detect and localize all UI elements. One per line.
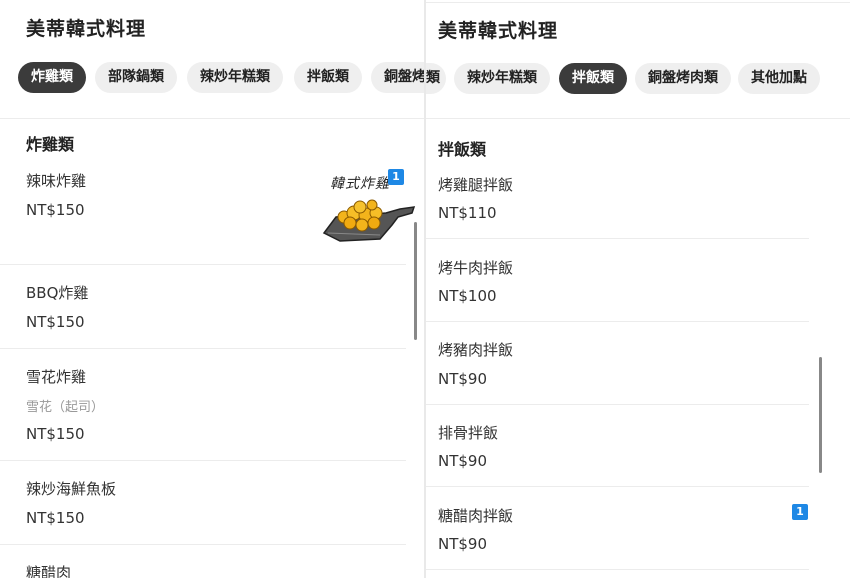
tab-army-stew[interactable]: 部隊鍋類 [95,62,177,93]
tab-army-stew[interactable]: 類 [426,63,446,94]
tab-extras[interactable]: 其他加點 [738,63,820,94]
scrollbar[interactable] [819,357,822,473]
item-name[interactable]: 辣炒海鮮魚板 [26,478,116,499]
item-divider [0,460,406,461]
item-description: 雪花（起司） [26,400,105,415]
scrollbar[interactable] [414,222,417,340]
store-title: 美蒂韓式料理 [26,18,147,40]
tabs-divider [426,118,850,119]
item-image-caption: 韓式炸雞 [330,176,390,192]
item-name[interactable]: 糖醋肉拌飯 [438,505,513,526]
item-price: NT$150 [26,509,85,527]
item-price: NT$90 [438,452,488,470]
item-divider [426,238,809,239]
item-price: NT$90 [438,535,488,553]
category-tabs: 炸雞類 部隊鍋類 辣炒年糕類 拌飯類 銅盤烤 [0,62,424,94]
left-menu-panel: 美蒂韓式料理 炸雞類 部隊鍋類 辣炒年糕類 拌飯類 銅盤烤 炸雞類 辣味炸雞 N… [0,0,424,578]
category-tabs: 類 辣炒年糕類 拌飯類 銅盤烤肉類 其他加點 [426,63,850,95]
item-divider [426,569,809,570]
item-price: NT$150 [26,313,85,331]
item-price: NT$150 [26,201,85,219]
tab-tteokbokki[interactable]: 辣炒年糕類 [187,62,283,93]
item-divider [426,404,809,405]
section-title: 拌飯類 [438,140,487,159]
cart-count-badge: 1 [388,169,404,185]
item-divider [426,486,809,487]
item-divider [0,264,406,265]
cart-count-badge: 1 [792,504,808,520]
item-name[interactable]: 烤豬肉拌飯 [438,339,513,360]
store-title: 美蒂韓式料理 [438,20,559,42]
tabs-divider [0,118,424,119]
tab-bibimbap[interactable]: 拌飯類 [294,62,362,93]
item-price: NT$110 [438,204,497,222]
item-name[interactable]: BBQ炸雞 [26,282,88,303]
item-name[interactable]: 排骨拌飯 [438,422,498,443]
section-title: 炸雞類 [26,135,75,154]
item-price: NT$90 [438,370,488,388]
tab-copper-bbq[interactable]: 銅盤烤 [371,62,424,93]
item-name: 辣味炸雞 [26,172,87,190]
item-price: NT$100 [438,287,497,305]
item-name[interactable]: 糖醋肉 [26,562,71,578]
item-name[interactable]: 烤雞腿拌飯 [438,174,513,195]
item-divider [0,544,406,545]
tab-fried-chicken[interactable]: 炸雞類 [18,62,86,93]
item-divider [426,321,809,322]
fried-chicken-image [322,199,416,242]
tab-tteokbokki[interactable]: 辣炒年糕類 [454,63,550,94]
item-name[interactable]: 烤牛肉拌飯 [438,257,513,278]
top-divider [426,2,850,3]
item-price: NT$150 [26,425,85,443]
item-name[interactable]: 雪花炸雞 [26,366,86,387]
tab-copper-bbq[interactable]: 銅盤烤肉類 [635,63,731,94]
tab-bibimbap[interactable]: 拌飯類 [559,63,627,94]
item-divider [0,348,406,349]
right-menu-panel: 美蒂韓式料理 類 辣炒年糕類 拌飯類 銅盤烤肉類 其他加點 拌飯類 烤雞腿拌飯 … [426,0,850,578]
